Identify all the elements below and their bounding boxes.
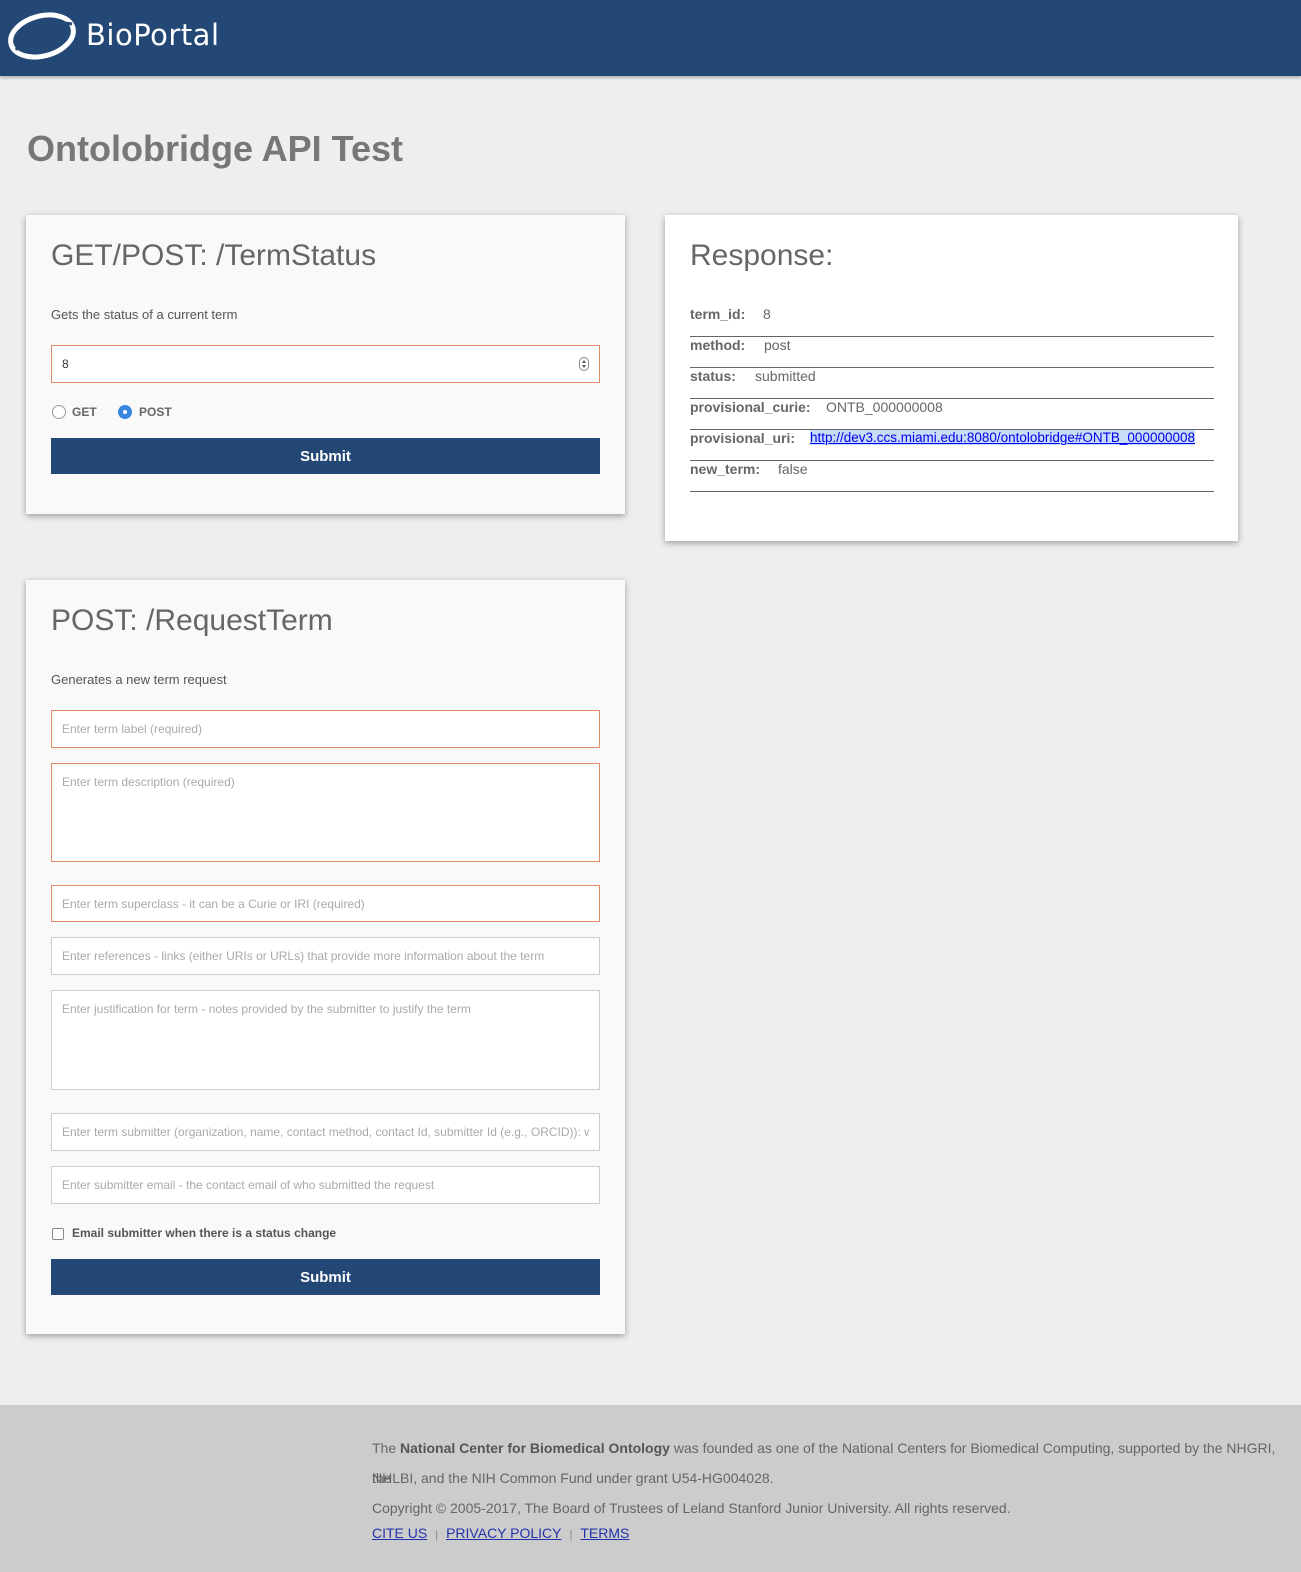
term-status-submit-button[interactable]: Submit xyxy=(51,438,600,474)
footer-about-line2: NHLBI, and the NIH Common Fund under gra… xyxy=(372,1470,774,1486)
footer-copyright: Copyright © 2005-2017, The Board of Trus… xyxy=(372,1500,1011,1516)
response-key: provisional_uri: xyxy=(690,430,796,446)
get-radio[interactable] xyxy=(52,405,66,419)
justification-textarea[interactable] xyxy=(51,990,600,1090)
term-id-input[interactable] xyxy=(51,345,600,383)
response-value: post xyxy=(764,337,791,353)
top-navbar: BioPortal xyxy=(0,0,1301,76)
brand-name[interactable]: BioPortal xyxy=(86,18,220,52)
response-value: false xyxy=(778,461,808,477)
bioportal-logo-icon[interactable] xyxy=(6,10,78,62)
notify-submitter-checkbox[interactable] xyxy=(52,1228,64,1240)
response-key: method: xyxy=(690,337,746,353)
term-status-card: GET/POST: /TermStatus Gets the status of… xyxy=(26,215,625,514)
footer-org-name: National Center for Biomedical Ontology xyxy=(400,1440,670,1456)
post-radio[interactable] xyxy=(118,405,132,419)
terms-link[interactable]: TERMS xyxy=(580,1525,629,1541)
term-label-input[interactable] xyxy=(51,710,600,748)
term-status-description: Gets the status of a current term xyxy=(51,307,238,322)
footer-separator: | xyxy=(435,1529,439,1541)
response-title: Response: xyxy=(690,239,834,272)
get-radio-label: GET xyxy=(72,405,97,419)
footer-links: CITE US | PRIVACY POLICY | TERMS xyxy=(372,1525,629,1541)
response-key: new_term: xyxy=(690,461,761,477)
provisional-uri-link[interactable]: http://dev3.ccs.miami.edu:8080/ontolobri… xyxy=(810,430,1196,445)
response-row-new-term: new_term: false xyxy=(690,461,1214,492)
post-radio-label: POST xyxy=(139,405,172,419)
footer-separator: | xyxy=(569,1529,573,1541)
response-row-method: method: post xyxy=(690,337,1214,368)
cite-us-link[interactable]: CITE US xyxy=(372,1525,427,1541)
response-key: provisional_curie: xyxy=(690,399,811,415)
response-value: ONTB_000000008 xyxy=(826,399,943,415)
response-card: Response: term_id: 8 method: post status… xyxy=(665,215,1238,541)
term-superclass-input[interactable] xyxy=(51,885,600,922)
response-row-status: status: submitted xyxy=(690,368,1214,399)
footer-text-pre: The xyxy=(372,1440,401,1456)
references-input[interactable] xyxy=(51,937,600,975)
request-term-description: Generates a new term request xyxy=(51,672,227,687)
response-key: status: xyxy=(690,368,736,384)
privacy-policy-link[interactable]: PRIVACY POLICY xyxy=(446,1525,561,1541)
term-status-title: GET/POST: /TermStatus xyxy=(51,239,377,272)
request-term-submit-button[interactable]: Submit xyxy=(51,1259,600,1295)
page-title: Ontolobridge API Test xyxy=(27,128,403,169)
submitter-input[interactable] xyxy=(51,1113,600,1151)
response-row-provisional-curie: provisional_curie: ONTB_000000008 xyxy=(690,399,1214,430)
response-row-provisional-uri: provisional_uri: http://dev3.ccs.miami.e… xyxy=(690,430,1214,461)
response-key: term_id: xyxy=(690,306,746,322)
response-row-term-id: term_id: 8 xyxy=(690,306,1214,337)
response-value: submitted xyxy=(755,368,816,384)
request-term-card: POST: /RequestTerm Generates a new term … xyxy=(26,580,625,1334)
number-spinner-icon[interactable] xyxy=(579,357,589,371)
request-term-title: POST: /RequestTerm xyxy=(51,604,333,637)
term-description-textarea[interactable] xyxy=(51,763,600,862)
notify-submitter-label: Email submitter when there is a status c… xyxy=(72,1226,337,1240)
submitter-email-input[interactable] xyxy=(51,1166,600,1204)
response-value: 8 xyxy=(763,306,771,322)
